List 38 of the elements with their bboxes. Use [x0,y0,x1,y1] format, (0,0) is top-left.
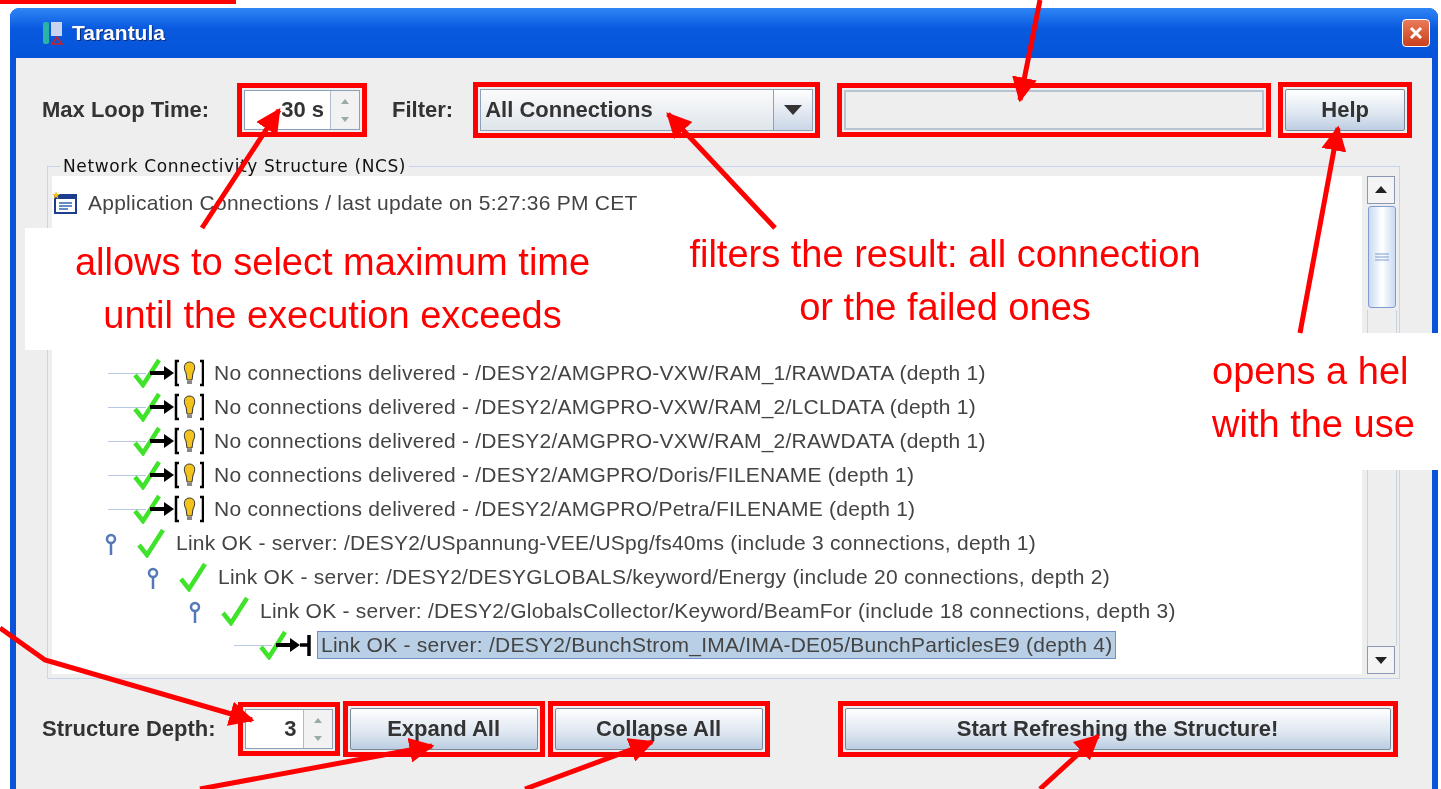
app-icon [42,20,64,46]
status-icon [258,630,311,660]
action-button[interactable]: Expand All [349,708,538,750]
scroll-thumb[interactable] [1368,206,1396,308]
tree-item[interactable]: No connections delivered - /DESY2/AMGPRO/Petra/FILENAME (depth 1) [210,495,920,523]
close-button[interactable] [1402,19,1430,47]
tree-item[interactable]: Link OK - server: /DESY2/GlobalsCollector/Keyword/BeamFor (include 18 connections, depth 3) [256,597,1180,625]
status-icon [132,358,204,388]
help-button[interactable]: Help [1285,89,1406,131]
dropdown-arrow-icon[interactable] [784,105,803,115]
tree-item[interactable]: No connections delivered - /DESY2/AMGPRO/Doris/FILENAME (depth 1) [210,461,919,489]
grip-icon [1375,253,1389,261]
check-icon [220,596,250,626]
tree-item[interactable]: Link OK - server: /DESY2/DESYGLOBALS/keyword/Energy (include 20 connections, depth 2) [214,563,1114,591]
action-button[interactable]: Start Refreshing the Structure! [844,708,1391,750]
check-icon [178,562,208,592]
scroll-down-icon[interactable] [1367,646,1395,674]
status-icon [132,460,204,490]
spinner-value: 30 s [280,96,326,124]
status-icon [132,494,204,524]
scroll-up-icon[interactable] [1367,176,1395,204]
status-icon [132,426,204,456]
tree-item[interactable]: No connections delivered - /DESY2/AMGPRO-VXW/RAM_2/RAWDATA (depth 1) [210,427,990,455]
tree-item[interactable]: Link OK - server: /DESY2/BunchStrom_IMA/IMA-DE05/BunchParticlesE9 (depth 4) [317,631,1117,659]
spinner-value: 3 [283,715,298,743]
action-button[interactable]: Collapse All [554,708,763,750]
max-loop-time-label: Max Loop Time: [42,97,210,123]
filter-dropdown[interactable]: All Connections [480,89,814,131]
text-field[interactable] [844,90,1265,130]
tree-item[interactable]: No connections delivered - /DESY2/AMGPRO-VXW/RAM_2/LCLDATA (depth 1) [210,393,980,421]
status-icon [132,392,204,422]
tree-item[interactable]: No connections delivered - /DESY2/AMGPRO-VXW/RAM_1/RAWDATA (depth 1) [210,359,990,387]
close-icon [1409,26,1423,40]
filter-label: Filter: [392,97,454,123]
check-icon [136,528,166,558]
tree-item[interactable]: Link OK - server: /DESY2/USpannung-VEE/USpg/fs40ms (include 3 connections, depth 1) [172,529,1040,557]
structure-depth-label: Structure Depth: [42,716,216,742]
window-title: Tarantula [72,21,165,45]
